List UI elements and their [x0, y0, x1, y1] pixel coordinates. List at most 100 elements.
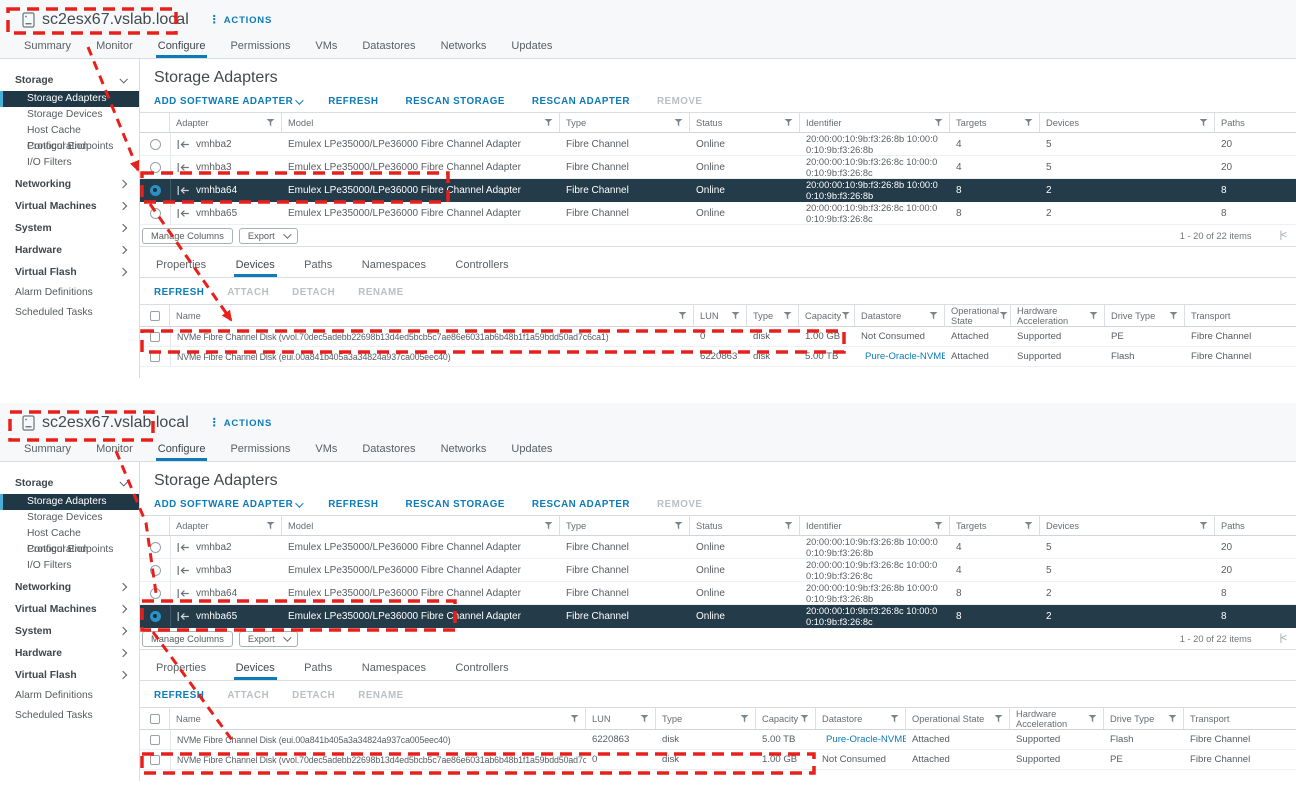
filter-icon[interactable]: [783, 311, 792, 320]
sidebar-group-networking[interactable]: Networking: [0, 578, 139, 596]
filter-icon[interactable]: [841, 311, 851, 320]
filter-icon[interactable]: [934, 118, 943, 127]
row-radio[interactable]: [149, 541, 161, 553]
row-radio[interactable]: [149, 564, 161, 576]
sidebar-item-alarm-definitions[interactable]: Alarm Definitions: [0, 688, 139, 704]
row-radio[interactable]: [149, 587, 161, 599]
tab-summary[interactable]: Summary: [22, 443, 73, 461]
sidebar-item-io-filters[interactable]: I/O Filters: [0, 155, 139, 171]
datastore-link[interactable]: Pure-Oracle-NVME: [826, 734, 906, 745]
row-radio[interactable]: [149, 138, 161, 150]
filter-icon[interactable]: [544, 521, 553, 530]
device-row[interactable]: NVMe Fibre Channel Disk (eui.00a841b405a…: [140, 347, 1296, 367]
filter-icon[interactable]: [740, 714, 749, 723]
add-software-adapter-button[interactable]: ADD SOFTWARE ADAPTER: [154, 498, 304, 510]
filter-icon[interactable]: [1024, 118, 1033, 127]
filter-icon[interactable]: [800, 714, 809, 723]
select-all-checkbox[interactable]: [149, 713, 160, 724]
device-refresh-button[interactable]: REFRESH: [154, 690, 204, 701]
adapter-row-vmhba3[interactable]: vmhba3 Emulex LPe35000/LPe36000 Fibre Cha…: [140, 559, 1296, 582]
tab-updates[interactable]: Updates: [509, 443, 554, 461]
filter-icon[interactable]: [929, 311, 938, 320]
row-checkbox[interactable]: [150, 734, 160, 745]
filter-icon[interactable]: [640, 714, 649, 723]
manage-columns-button[interactable]: Manage Columns: [142, 630, 233, 647]
filter-icon[interactable]: [674, 521, 683, 530]
sidebar-item-storage-devices[interactable]: Storage Devices: [0, 510, 139, 526]
filter-icon[interactable]: [784, 118, 793, 127]
row-checkbox[interactable]: [150, 351, 160, 362]
row-radio[interactable]: [149, 207, 161, 219]
adapter-row-vmhba65[interactable]: vmhba65 Emulex LPe35000/LPe36000 Fibre Ch…: [140, 202, 1296, 225]
row-radio[interactable]: [149, 161, 161, 173]
tab-namespaces[interactable]: Namespaces: [360, 254, 428, 277]
row-radio[interactable]: [149, 184, 161, 196]
tab-paths[interactable]: Paths: [302, 254, 334, 277]
tab-controllers[interactable]: Controllers: [453, 657, 510, 680]
add-software-adapter-button[interactable]: ADD SOFTWARE ADAPTER: [154, 95, 304, 107]
actions-button[interactable]: ⋮ ACTIONS: [209, 418, 272, 429]
sidebar-item-protocol-endpoints[interactable]: Protocol Endpoints: [0, 139, 139, 155]
filter-icon[interactable]: [266, 118, 275, 127]
filter-icon[interactable]: [544, 118, 553, 127]
sidebar-group-storage[interactable]: Storage: [0, 474, 139, 492]
device-row[interactable]: NVMe Fibre Channel Disk (vvol.70dec5adeb…: [140, 750, 1296, 770]
tab-devices[interactable]: Devices: [233, 254, 277, 277]
filter-icon[interactable]: [1199, 521, 1208, 530]
sidebar-item-host-cache-configuration[interactable]: Host Cache Configuration: [0, 526, 139, 555]
sidebar-group-virtual-flash[interactable]: Virtual Flash: [0, 666, 139, 684]
sidebar-item-storage-devices[interactable]: Storage Devices: [0, 107, 139, 123]
tab-updates[interactable]: Updates: [509, 40, 554, 58]
attach-button[interactable]: ATTACH: [227, 287, 269, 298]
adapter-row-vmhba2[interactable]: vmhba2 Emulex LPe35000/LPe36000 Fibre Cha…: [140, 133, 1296, 156]
filter-icon[interactable]: [1169, 311, 1178, 320]
sidebar-item-host-cache-configuration[interactable]: Host Cache Configuration: [0, 123, 139, 152]
sidebar-item-scheduled-tasks[interactable]: Scheduled Tasks: [0, 305, 139, 321]
filter-icon[interactable]: [1199, 118, 1208, 127]
sidebar-group-virtual-flash[interactable]: Virtual Flash: [0, 263, 139, 281]
filter-icon[interactable]: [1024, 521, 1033, 530]
filter-icon[interactable]: [1088, 714, 1097, 723]
filter-icon[interactable]: [784, 521, 793, 530]
actions-button[interactable]: ⋮ ACTIONS: [209, 15, 272, 26]
refresh-button[interactable]: REFRESH: [328, 499, 378, 510]
adapter-row-vmhba64[interactable]: vmhba64 Emulex LPe35000/LPe36000 Fibre Ch…: [140, 179, 1296, 202]
filter-icon[interactable]: [570, 714, 579, 723]
tab-monitor[interactable]: Monitor: [94, 443, 135, 461]
sidebar-group-hardware[interactable]: Hardware: [0, 644, 139, 662]
manage-columns-button[interactable]: Manage Columns: [142, 227, 233, 244]
adapter-row-vmhba64[interactable]: vmhba64 Emulex LPe35000/LPe36000 Fibre Ch…: [140, 582, 1296, 605]
filter-icon[interactable]: [678, 311, 687, 320]
row-radio[interactable]: [149, 610, 161, 622]
sidebar-item-io-filters[interactable]: I/O Filters: [0, 558, 139, 574]
tab-networks[interactable]: Networks: [439, 40, 489, 58]
detach-button[interactable]: DETACH: [292, 287, 335, 298]
sidebar-group-virtual-machines[interactable]: Virtual Machines: [0, 197, 139, 215]
sidebar-group-system[interactable]: System: [0, 622, 139, 640]
tab-vms[interactable]: VMs: [313, 40, 339, 58]
select-all-checkbox[interactable]: [149, 310, 160, 321]
sidebar-item-storage-adapters[interactable]: Storage Adapters: [0, 91, 139, 107]
rescan-adapter-button[interactable]: RESCAN ADAPTER: [532, 96, 630, 107]
tab-permissions[interactable]: Permissions: [228, 443, 292, 461]
filter-icon[interactable]: [934, 521, 943, 530]
tab-properties[interactable]: Properties: [154, 657, 208, 680]
rename-button[interactable]: RENAME: [358, 287, 403, 298]
tab-datastores[interactable]: Datastores: [360, 40, 417, 58]
remove-button[interactable]: REMOVE: [657, 499, 702, 510]
datastore-link[interactable]: Pure-Oracle-NVME: [865, 351, 945, 362]
filter-icon[interactable]: [999, 311, 1009, 320]
sidebar-item-storage-adapters[interactable]: Storage Adapters: [0, 494, 139, 510]
filter-icon[interactable]: [890, 714, 899, 723]
rescan-storage-button[interactable]: RESCAN STORAGE: [406, 499, 505, 510]
first-page-icon[interactable]: |<: [1280, 633, 1288, 644]
sidebar-group-networking[interactable]: Networking: [0, 175, 139, 193]
tab-monitor[interactable]: Monitor: [94, 40, 135, 58]
tab-configure[interactable]: Configure: [155, 443, 208, 461]
sidebar-group-system[interactable]: System: [0, 219, 139, 237]
device-row[interactable]: NVMe Fibre Channel Disk (eui.00a841b405a…: [140, 730, 1296, 750]
sidebar-item-alarm-definitions[interactable]: Alarm Definitions: [0, 285, 139, 301]
tab-networks[interactable]: Networks: [439, 443, 489, 461]
remove-button[interactable]: REMOVE: [657, 96, 702, 107]
sidebar-group-hardware[interactable]: Hardware: [0, 241, 139, 259]
